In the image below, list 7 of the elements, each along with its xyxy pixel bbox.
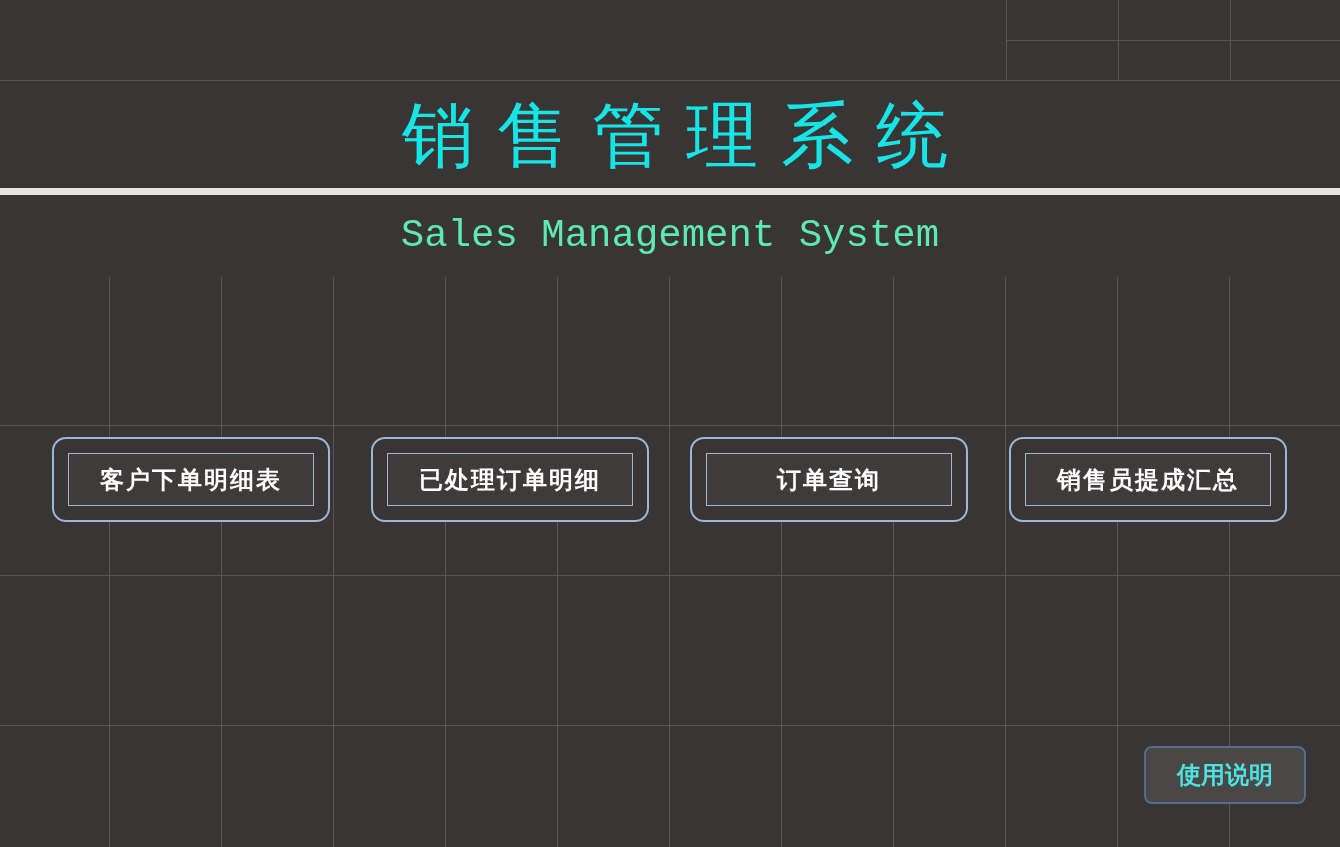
menu-button[interactable]: 客户下单明细表 <box>52 437 330 522</box>
menu-button[interactable]: 已处理订单明细 <box>371 437 649 522</box>
app-subtitle: Sales Management System <box>400 216 940 256</box>
app-title: 销 售 管 理 系 统 <box>400 98 949 171</box>
menu-button[interactable]: 订单查询 <box>690 437 968 522</box>
menu-button[interactable]: 销售员提成汇总 <box>1009 437 1287 522</box>
help-button[interactable]: 使用说明 <box>1144 746 1306 804</box>
